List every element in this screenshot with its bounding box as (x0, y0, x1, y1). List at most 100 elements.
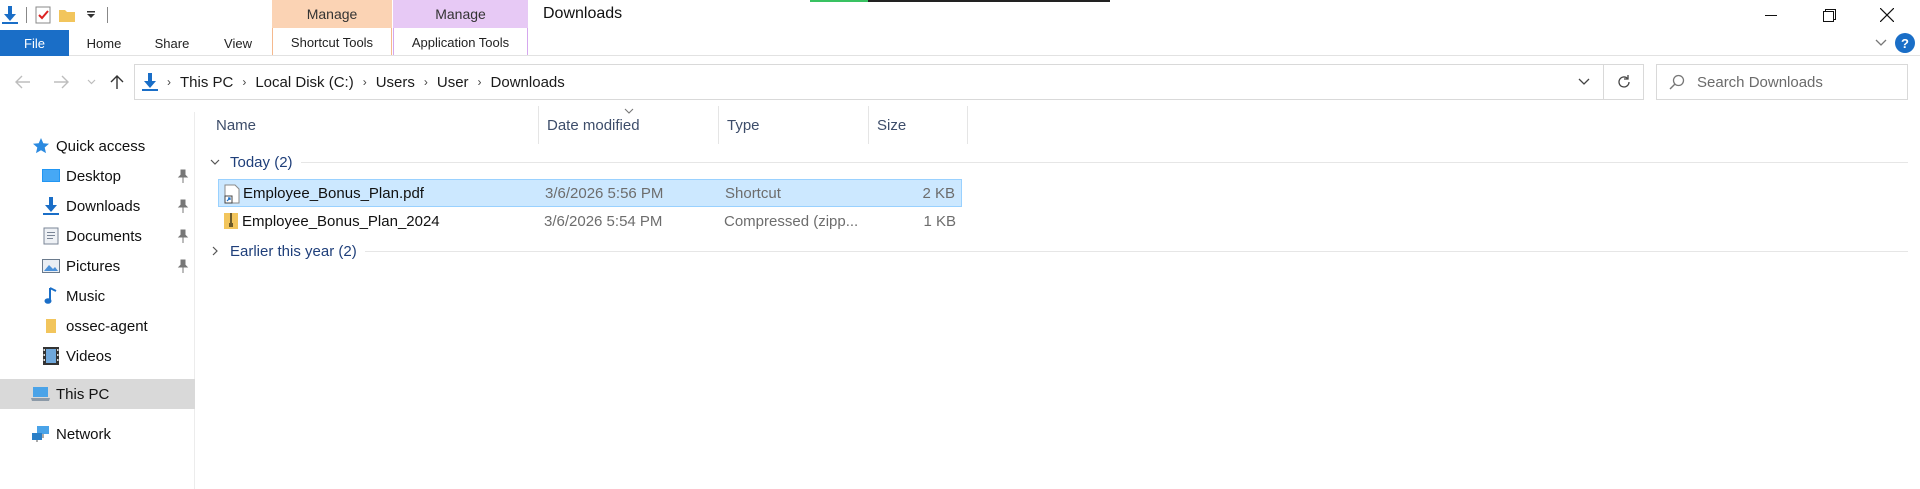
sidebar-item-ossec-agent[interactable]: ossec-agent (0, 311, 195, 341)
search-box[interactable] (1656, 64, 1908, 100)
title-accent-strip (868, 0, 1110, 2)
title-accent-strip (810, 0, 868, 2)
sidebar-item-network[interactable]: Network (0, 419, 195, 449)
quick-access-toolbar (0, 4, 114, 26)
file-row[interactable]: Employee_Bonus_Plan.pdf 3/6/2026 5:56 PM… (218, 179, 962, 207)
file-row[interactable]: Employee_Bonus_Plan_2024 3/6/2026 5:54 P… (218, 207, 962, 235)
videos-icon (40, 345, 62, 367)
navigation-pane: Quick access Desktop Downloads Documents (0, 112, 195, 489)
properties-icon[interactable] (33, 5, 53, 25)
tab-file[interactable]: File (0, 30, 69, 56)
chevron-down-icon (1578, 78, 1590, 85)
chevron-right-icon[interactable]: › (420, 75, 432, 89)
sidebar-item-documents[interactable]: Documents (0, 221, 195, 251)
column-header-size[interactable]: Size (868, 106, 968, 144)
sidebar-item-music[interactable]: Music (0, 281, 195, 311)
new-folder-icon[interactable] (57, 5, 77, 25)
file-type: Compressed (zipp... (724, 212, 859, 230)
breadcrumb-this-pc[interactable]: This PC (175, 74, 238, 91)
close-button[interactable] (1858, 0, 1916, 30)
download-icon (40, 195, 62, 217)
expand-ribbon-button[interactable] (1872, 34, 1890, 52)
group-header-earlier-this-year[interactable]: Earlier this year (2) (208, 239, 1908, 263)
computer-icon (30, 383, 52, 405)
explorer-download-icon (0, 5, 20, 25)
sidebar-item-quick-access[interactable]: Quick access (0, 131, 195, 161)
tab-share[interactable]: Share (146, 30, 198, 56)
group-header-today[interactable]: Today (2) (208, 150, 1908, 174)
chevron-right-icon[interactable]: › (238, 75, 250, 89)
tab-view[interactable]: View (212, 30, 264, 56)
pin-icon[interactable] (176, 258, 190, 274)
sidebar-item-downloads[interactable]: Downloads (0, 191, 195, 221)
pin-icon[interactable] (176, 198, 190, 214)
file-type: Shortcut (725, 184, 781, 202)
group-divider (300, 161, 1908, 163)
customize-toolbar-icon[interactable] (81, 5, 101, 25)
chevron-down-icon[interactable] (208, 159, 222, 166)
folder-icon (40, 315, 62, 337)
group-divider (364, 250, 1908, 252)
column-header-name[interactable]: Name (208, 106, 538, 144)
desktop-icon (40, 165, 62, 187)
sidebar-item-label: Pictures (66, 257, 121, 275)
arrow-left-icon (15, 75, 30, 89)
sidebar-item-this-pc[interactable]: This PC (0, 379, 195, 409)
pin-icon[interactable] (176, 228, 190, 244)
ribbon-tab-bar: File Home Share View ? (0, 30, 1920, 56)
up-button[interactable] (104, 68, 130, 96)
chevron-right-icon[interactable] (208, 246, 222, 256)
window-title: Downloads (543, 5, 623, 22)
sidebar-item-label: Network (56, 425, 112, 443)
arrow-right-icon (54, 75, 69, 89)
recent-locations-button[interactable] (78, 68, 104, 96)
sidebar-item-label: ossec-agent (66, 317, 148, 335)
column-header-type[interactable]: Type (718, 106, 868, 144)
forward-button[interactable] (48, 68, 74, 96)
manage-group-label: Manage (272, 0, 392, 28)
file-size: 1 KB (923, 212, 956, 230)
file-date-modified: 3/6/2026 5:56 PM (545, 184, 664, 202)
help-icon: ? (1901, 35, 1909, 51)
sidebar-item-label: Desktop (66, 167, 122, 185)
network-icon (30, 423, 52, 445)
documents-icon (40, 225, 62, 247)
breadcrumb-local-disk[interactable]: Local Disk (C:) (250, 74, 358, 91)
back-button[interactable] (10, 68, 36, 96)
file-name: Employee_Bonus_Plan_2024 (242, 212, 440, 230)
sidebar-item-pictures[interactable]: Pictures (0, 251, 195, 281)
sidebar-item-label: Documents (66, 227, 142, 245)
group-label: Earlier this year (2) (230, 242, 357, 260)
breadcrumb-user[interactable]: User (432, 74, 474, 91)
pictures-icon (40, 255, 62, 277)
column-header-date-modified[interactable]: Date modified (538, 106, 718, 144)
address-dropdown-button[interactable] (1565, 65, 1603, 99)
sidebar-item-label: Music (66, 287, 106, 305)
star-icon (30, 135, 52, 157)
sidebar-item-videos[interactable]: Videos (0, 341, 195, 371)
refresh-button[interactable] (1604, 64, 1644, 100)
chevron-down-icon (1875, 39, 1887, 46)
breadcrumb-users[interactable]: Users (371, 74, 420, 91)
chevron-right-icon[interactable]: › (163, 75, 175, 89)
breadcrumb-downloads[interactable]: Downloads (486, 74, 570, 91)
address-bar[interactable]: › This PC › Local Disk (C:) › Users › Us… (134, 64, 1604, 100)
refresh-icon (1617, 75, 1630, 88)
file-name: Employee_Bonus_Plan.pdf (243, 184, 424, 202)
zip-folder-icon (222, 211, 240, 231)
chevron-right-icon[interactable]: › (474, 75, 486, 89)
minimize-button[interactable] (1742, 0, 1800, 30)
group-label: Today (2) (230, 153, 293, 171)
manage-group-label: Manage (393, 0, 528, 28)
help-button[interactable]: ? (1895, 33, 1915, 53)
search-input[interactable] (1697, 73, 1897, 91)
restore-button[interactable] (1800, 0, 1858, 30)
toolbar-divider (26, 7, 27, 23)
close-icon (1880, 8, 1894, 22)
arrow-up-icon (110, 75, 124, 89)
chevron-right-icon[interactable]: › (359, 75, 371, 89)
pin-icon[interactable] (176, 168, 190, 184)
sidebar-item-desktop[interactable]: Desktop (0, 161, 195, 191)
tab-home[interactable]: Home (74, 30, 134, 56)
sidebar-item-label: This PC (56, 385, 110, 403)
